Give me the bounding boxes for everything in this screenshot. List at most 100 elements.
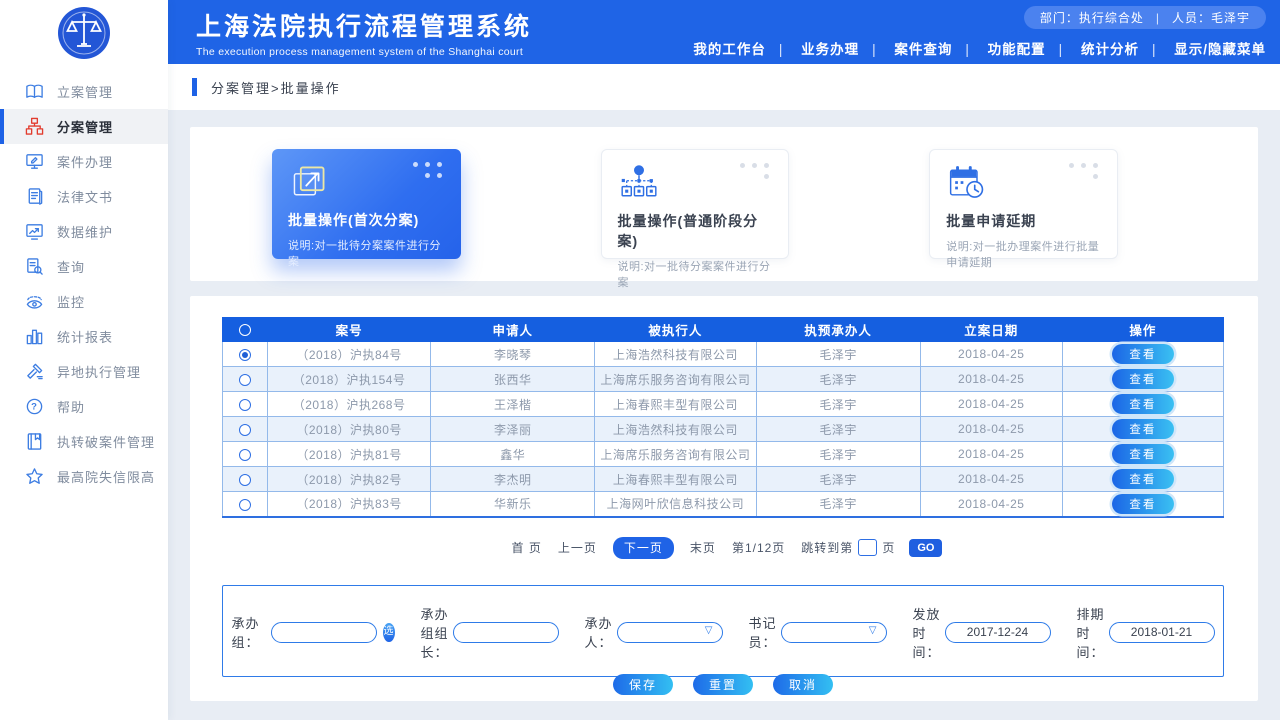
cell-case-no: （2018）沪执84号 <box>268 342 431 367</box>
top-header: 上海法院执行流程管理系统 The execution process manag… <box>168 0 1280 64</box>
sidebar-item-label: 查询 <box>57 257 85 276</box>
bar-chart-icon <box>25 327 44 346</box>
row-radio[interactable] <box>239 449 251 461</box>
group-input[interactable] <box>271 622 377 643</box>
cell-handler: 毛泽宇 <box>756 392 920 417</box>
handler-input[interactable] <box>617 622 723 643</box>
monitor-icon <box>25 152 44 171</box>
batch-action-card[interactable]: 批量申请延期 说明:对一批办理案件进行批量申请延期 <box>929 149 1118 259</box>
sidebar-item-5[interactable]: 查询 <box>0 249 168 284</box>
sidebar-item-4[interactable]: 数据维护 <box>0 214 168 249</box>
search-doc-icon <box>25 257 44 276</box>
batch-action-card[interactable]: 批量操作(首次分案) 说明:对一批待分案案件进行分案 <box>272 149 461 259</box>
page-last-button[interactable]: 末页 <box>690 539 716 556</box>
cell-filing-date: 2018-04-25 <box>920 342 1062 367</box>
sidebar-item-2[interactable]: 案件办理 <box>0 144 168 179</box>
cancel-button[interactable]: 取消 <box>773 674 833 695</box>
page-next-button[interactable]: 下一页 <box>613 537 674 559</box>
row-radio[interactable] <box>239 374 251 386</box>
jump-page-input[interactable] <box>858 539 877 556</box>
header-case-no: 案号 <box>268 318 431 342</box>
view-button[interactable]: 查看 <box>1112 494 1174 514</box>
row-radio[interactable] <box>239 424 251 436</box>
jump-suffix-label: 页 <box>882 539 895 556</box>
issue-time-input[interactable] <box>945 622 1051 643</box>
view-button[interactable]: 查看 <box>1112 444 1174 464</box>
tree-nodes-icon <box>618 163 660 203</box>
sidebar-item-8[interactable]: 异地执行管理 <box>0 354 168 389</box>
handler-dropdown[interactable] <box>617 622 723 643</box>
top-nav-item-label: 统计分析 <box>1081 42 1139 57</box>
view-button[interactable]: 查看 <box>1112 344 1174 364</box>
book-icon <box>25 82 44 101</box>
group-leader-label: 承办组组长： <box>421 604 449 661</box>
row-radio[interactable] <box>239 399 251 411</box>
cell-executee: 上海浩然科技有限公司 <box>595 417 756 442</box>
card-description: 说明:对一批办理案件进行批量申请延期 <box>946 238 1101 270</box>
eye-icon <box>25 292 44 311</box>
sidebar-item-6[interactable]: 监控 <box>0 284 168 319</box>
group-label: 承办组： <box>232 613 267 651</box>
case-table-panel: 案号 申请人 被执行人 执预承办人 立案日期 操作 （2018）沪执84号 李晓… <box>190 296 1258 701</box>
cell-applicant: 李泽丽 <box>431 417 595 442</box>
card-description: 说明:对一批待分案案件进行分案 <box>618 258 773 290</box>
top-nav-item[interactable]: 业务办理 <box>766 38 859 58</box>
sidebar-item-3[interactable]: 法律文书 <box>0 179 168 214</box>
top-nav-item[interactable]: 功能配置 <box>952 38 1045 58</box>
batch-action-card[interactable]: 批量操作(普通阶段分案) 说明:对一批待分案案件进行分案 <box>601 149 790 259</box>
org-chart-icon <box>25 117 44 136</box>
top-nav-item[interactable]: 案件查询 <box>859 38 952 58</box>
cell-executee: 上海浩然科技有限公司 <box>595 342 756 367</box>
row-radio[interactable] <box>239 499 251 511</box>
view-button[interactable]: 查看 <box>1112 469 1174 489</box>
cell-filing-date: 2018-04-25 <box>920 392 1062 417</box>
table-row: （2018）沪执84号 李晓琴 上海浩然科技有限公司 毛泽宇 2018-04-2… <box>223 342 1224 367</box>
go-button[interactable]: GO <box>909 539 942 557</box>
top-nav-item[interactable]: 统计分析 <box>1046 38 1139 58</box>
top-nav-item[interactable]: 我的工作台 <box>693 38 766 58</box>
sidebar: 立案管理 分案管理 案件办理 法律文书 数据维护 查询 监控 统计报表 异地执行… <box>0 0 168 720</box>
sidebar-item-0[interactable]: 立案管理 <box>0 74 168 109</box>
row-radio[interactable] <box>239 349 251 361</box>
page-prev-button[interactable]: 上一页 <box>558 539 597 556</box>
document-icon <box>25 187 44 206</box>
table-row: （2018）沪执154号 张西华 上海席乐服务咨询有限公司 毛泽宇 2018-0… <box>223 367 1224 392</box>
breadcrumb: 分案管理>批量操作 <box>211 78 341 97</box>
view-button[interactable]: 查看 <box>1112 394 1174 414</box>
app-subtitle: The execution process management system … <box>196 46 532 58</box>
sidebar-item-9[interactable]: ? 帮助 <box>0 389 168 424</box>
star-icon <box>25 467 44 486</box>
save-button[interactable]: 保存 <box>613 674 673 695</box>
badge-divider: | <box>1156 11 1160 25</box>
svg-text:?: ? <box>31 402 38 413</box>
card-title: 批量申请延期 <box>946 211 1101 231</box>
top-nav-item[interactable]: 显示/隐藏菜单 <box>1139 38 1266 58</box>
sidebar-item-7[interactable]: 统计报表 <box>0 319 168 354</box>
table-row: （2018）沪执81号 鑫华 上海席乐服务咨询有限公司 毛泽宇 2018-04-… <box>223 442 1224 467</box>
cell-executee: 上海春熙丰型有限公司 <box>595 467 756 492</box>
schedule-time-input[interactable] <box>1109 622 1215 643</box>
sidebar-item-1[interactable]: 分案管理 <box>0 109 168 144</box>
view-button[interactable]: 查看 <box>1112 369 1174 389</box>
group-leader-input[interactable] <box>453 622 559 643</box>
person-label: 人员：毛泽宇 <box>1172 9 1250 26</box>
card-dots-decoration <box>413 162 447 178</box>
sidebar-nav: 立案管理 分案管理 案件办理 法律文书 数据维护 查询 监控 统计报表 异地执行… <box>0 66 168 494</box>
sidebar-item-10[interactable]: 执转破案件管理 <box>0 424 168 459</box>
cell-filing-date: 2018-04-25 <box>920 442 1062 467</box>
clerk-input[interactable] <box>781 622 887 643</box>
view-button[interactable]: 查看 <box>1112 419 1174 439</box>
header-applicant: 申请人 <box>431 318 595 342</box>
row-radio[interactable] <box>239 474 251 486</box>
bookmark-book-icon <box>25 432 44 451</box>
group-select-button[interactable]: 选 <box>383 623 395 642</box>
sidebar-item-label: 监控 <box>57 292 85 311</box>
sidebar-item-label: 异地执行管理 <box>57 362 141 381</box>
page-first-button[interactable]: 首 页 <box>512 539 542 556</box>
select-all-radio[interactable] <box>239 324 251 336</box>
sidebar-item-11[interactable]: 最高院失信限高 <box>0 459 168 494</box>
clerk-dropdown[interactable] <box>781 622 887 643</box>
reset-button[interactable]: 重置 <box>693 674 753 695</box>
data-chart-icon <box>25 222 44 241</box>
sidebar-item-label: 分案管理 <box>57 117 113 136</box>
